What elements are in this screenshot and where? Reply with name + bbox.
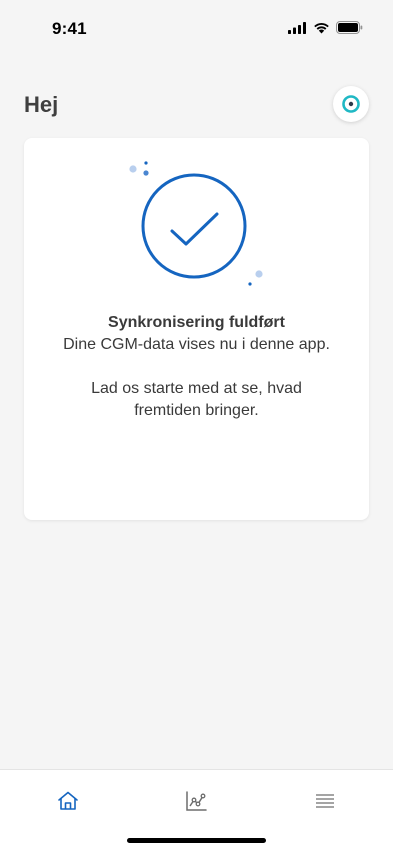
chart-icon xyxy=(186,791,207,811)
sensor-status-button[interactable] xyxy=(333,86,369,122)
battery-icon xyxy=(336,21,363,34)
status-bar: 9:41 xyxy=(0,0,393,54)
checkmark-success-icon xyxy=(129,161,263,286)
card-title: Synkronisering fuldført xyxy=(108,314,285,331)
status-icons xyxy=(288,21,363,34)
wifi-icon xyxy=(314,22,329,33)
card-message: Lad os starte med at se, hvad fremtiden … xyxy=(91,380,302,419)
tab-home[interactable] xyxy=(55,788,81,814)
home-indicator[interactable] xyxy=(127,838,266,843)
page-title: Hej xyxy=(24,92,59,117)
sync-complete-card: Synkronisering fuldført Dine CGM-data vi… xyxy=(24,138,369,520)
screen: 9:41 Hej Synkronisering fuldført Dine CG… xyxy=(0,0,393,852)
signal-icon xyxy=(288,21,306,34)
tab-chart[interactable] xyxy=(183,788,209,814)
sensor-icon xyxy=(342,95,360,113)
menu-icon xyxy=(316,794,334,808)
tab-menu[interactable] xyxy=(312,788,338,814)
status-time: 9:41 xyxy=(52,19,87,38)
home-icon xyxy=(58,791,78,810)
card-subtitle: Dine CGM-data vises nu i denne app. xyxy=(63,336,330,353)
